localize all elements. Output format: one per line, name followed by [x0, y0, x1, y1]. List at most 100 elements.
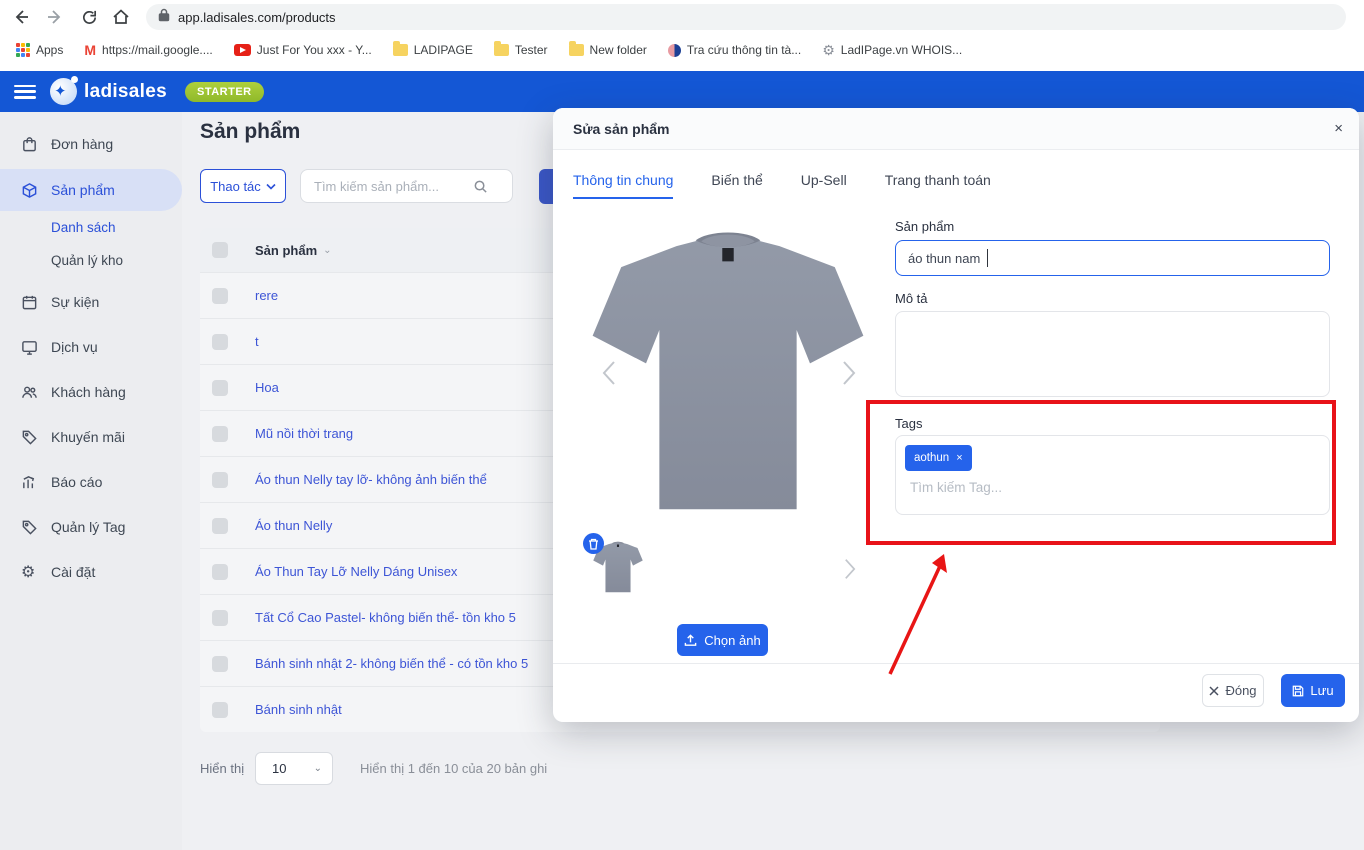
actions-dropdown-button[interactable]: Thao tác: [200, 169, 286, 203]
bookmark-new-folder[interactable]: New folder: [569, 43, 647, 57]
row-checkbox[interactable]: [212, 472, 228, 488]
product-form: Sản phẩm Mô tả Tags aothun ×: [895, 219, 1332, 234]
description-textarea[interactable]: [895, 311, 1330, 397]
sidebar-subitem-quan-ly-kho[interactable]: Quản lý kho: [51, 253, 123, 268]
package-icon: [21, 182, 39, 199]
product-link[interactable]: Áo thun Nelly: [255, 518, 332, 533]
text-cursor: [987, 249, 988, 267]
tag-chip[interactable]: aothun ×: [905, 445, 972, 471]
sidebar: Đơn hàng Sản phẩm Danh sách Quản lý kho …: [0, 112, 182, 850]
row-checkbox[interactable]: [212, 380, 228, 396]
row-checkbox[interactable]: [212, 426, 228, 442]
row-checkbox[interactable]: [212, 288, 228, 304]
carousel-next-icon[interactable]: [841, 360, 857, 391]
bookmark-apps[interactable]: Apps: [16, 43, 63, 57]
chevron-down-icon: ⌄: [314, 763, 322, 774]
sidebar-item-products[interactable]: Sản phẩm: [0, 169, 182, 211]
create-product-button-partial[interactable]: [539, 169, 554, 204]
product-link[interactable]: Bánh sinh nhật: [255, 702, 342, 717]
url-text: app.ladisales.com/products: [178, 10, 336, 25]
lock-icon: [158, 8, 170, 27]
trash-icon: [588, 538, 599, 550]
delete-image-badge[interactable]: [583, 533, 604, 554]
gmail-icon: M: [84, 42, 96, 58]
bookmark-ladipage[interactable]: LADIPAGE: [393, 43, 473, 57]
browser-chrome: app.ladisales.com/products Apps M https:…: [0, 0, 1364, 71]
sidebar-item-reports[interactable]: Báo cáo: [0, 468, 182, 496]
modal-tabs: Thông tin chung Biến thể Up-Sell Trang t…: [573, 172, 991, 199]
product-link[interactable]: Áo thun Nelly tay lỡ- không ảnh biến thể: [255, 472, 487, 487]
sidebar-item-tag-management[interactable]: Quản lý Tag: [0, 513, 182, 541]
product-link[interactable]: Tất Cổ Cao Pastel- không biến thể- tồn k…: [255, 610, 516, 625]
save-button[interactable]: Lưu: [1281, 674, 1345, 707]
tag-search-input[interactable]: [900, 480, 1200, 495]
column-header-product[interactable]: Sản phẩm: [255, 243, 317, 258]
plan-badge: STARTER: [185, 82, 264, 102]
address-bar[interactable]: app.ladisales.com/products: [146, 4, 1346, 30]
tab-upsell[interactable]: Up-Sell: [801, 172, 847, 199]
select-all-checkbox[interactable]: [212, 242, 228, 258]
tag-icon: [21, 519, 39, 536]
bag-icon: [21, 136, 39, 153]
forward-icon[interactable]: [44, 6, 66, 28]
product-image: [585, 220, 871, 522]
apps-grid-icon: [16, 43, 30, 57]
carousel-prev-icon[interactable]: [601, 360, 617, 391]
thumbnail-next-icon[interactable]: [843, 558, 857, 585]
product-link[interactable]: rere: [255, 288, 278, 303]
tab-checkout-page[interactable]: Trang thanh toán: [885, 172, 991, 199]
back-icon[interactable]: [10, 6, 32, 28]
bookmark-tester[interactable]: Tester: [494, 43, 548, 57]
tags-label: Tags: [895, 416, 922, 431]
sidebar-item-settings[interactable]: ⚙ Cài đặt: [0, 558, 182, 586]
gear-icon: ⚙: [21, 562, 39, 582]
app-header: ✦ ladisales STARTER: [0, 71, 1364, 112]
sidebar-subitem-danh-sach[interactable]: Danh sách: [51, 220, 116, 235]
tags-box[interactable]: aothun ×: [895, 435, 1330, 515]
brand-name: ladisales: [84, 81, 167, 103]
row-checkbox[interactable]: [212, 702, 228, 718]
sidebar-item-events[interactable]: Sự kiện: [0, 288, 182, 316]
close-icon[interactable]: ×: [1334, 120, 1343, 137]
product-link[interactable]: Bánh sinh nhật 2- không biến thể - có tồ…: [255, 656, 528, 671]
search-icon[interactable]: [473, 179, 488, 194]
product-link[interactable]: Áo Thun Tay Lỡ Nelly Dáng Unisex: [255, 564, 457, 579]
people-icon: [21, 384, 39, 401]
row-checkbox[interactable]: [212, 564, 228, 580]
upload-icon: [684, 634, 697, 647]
tab-general-info[interactable]: Thông tin chung: [573, 172, 673, 199]
remove-tag-icon[interactable]: ×: [956, 452, 962, 464]
sort-caret-icon[interactable]: ⌄: [323, 245, 331, 256]
search-input[interactable]: [301, 179, 473, 194]
home-icon[interactable]: [110, 6, 132, 28]
product-link[interactable]: t: [255, 334, 259, 349]
chart-icon: [21, 474, 39, 491]
favicon-icon: [668, 44, 681, 57]
choose-image-button[interactable]: Chọn ảnh: [677, 624, 768, 656]
bookmark-whois[interactable]: ⚙ LadIPage.vn WHOIS...: [822, 42, 962, 59]
tag-icon: [21, 429, 39, 446]
ladisales-logo-icon[interactable]: ✦: [50, 78, 77, 105]
page-size-select[interactable]: 10 ⌄: [255, 752, 333, 785]
row-checkbox[interactable]: [212, 656, 228, 672]
reload-icon[interactable]: [78, 6, 100, 28]
monitor-icon: [21, 339, 39, 356]
description-label: Mô tả: [895, 291, 928, 306]
product-name-input[interactable]: [895, 240, 1330, 276]
bookmark-gmail[interactable]: M https://mail.google....: [84, 42, 212, 58]
close-button[interactable]: Đóng: [1202, 674, 1264, 707]
product-link[interactable]: Hoa: [255, 380, 279, 395]
bookmark-youtube[interactable]: Just For You xxx - Y...: [234, 43, 372, 57]
page-title: Sản phẩm: [200, 120, 300, 144]
tab-variants[interactable]: Biến thể: [711, 172, 762, 199]
bookmark-tra-cuu[interactable]: Tra cứu thông tin tà...: [668, 43, 801, 57]
row-checkbox[interactable]: [212, 334, 228, 350]
sidebar-item-customers[interactable]: Khách hàng: [0, 378, 182, 406]
menu-icon[interactable]: [14, 85, 36, 99]
sidebar-item-orders[interactable]: Đơn hàng: [0, 130, 182, 158]
row-checkbox[interactable]: [212, 610, 228, 626]
sidebar-item-services[interactable]: Dịch vụ: [0, 333, 182, 361]
sidebar-item-promotions[interactable]: Khuyến mãi: [0, 423, 182, 451]
product-link[interactable]: Mũ nồi thời trang: [255, 426, 353, 441]
row-checkbox[interactable]: [212, 518, 228, 534]
